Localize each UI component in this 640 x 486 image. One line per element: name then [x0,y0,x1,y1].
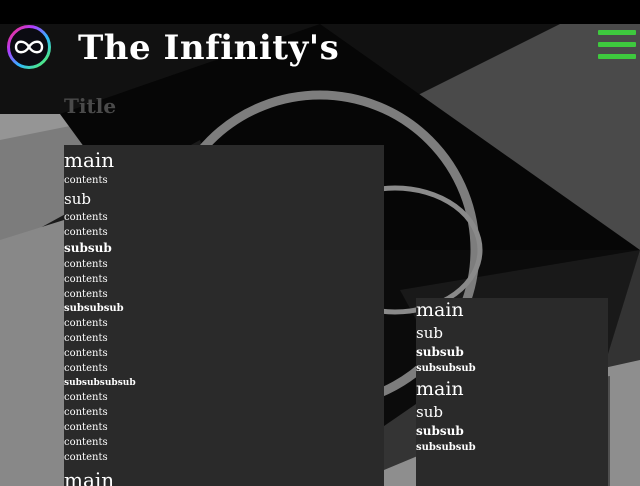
side-heading-subsub: subsub [416,424,464,438]
content-text: contents [64,289,108,300]
side-heading-sub: sub [416,403,443,421]
hamburger-menu-icon[interactable] [598,30,636,64]
content-text: contents [64,227,108,238]
side-heading-sub: sub [416,324,443,342]
side-heading-subsubsub: subsubsub [416,363,476,374]
site-title[interactable]: The Infinity's [78,28,339,68]
content-text: contents [64,452,108,463]
side-panel: main sub subsub subsubsub main sub subsu… [416,298,608,486]
top-strip [0,0,640,24]
side-heading-main: main [416,299,464,321]
heading-main: main [64,468,115,486]
content-text: contents [64,407,108,418]
content-text: contents [64,348,108,359]
content-text: contents [64,259,108,270]
heading-subsub: subsub [64,241,112,255]
heading-sub: sub [64,190,91,208]
content-text: contents [64,318,108,329]
content-text: contents [64,274,108,285]
heading-subsubsubsub: subsubsubsub [64,378,136,388]
page-title: Title [64,94,117,118]
heading-subsubsub: subsubsub [64,303,124,314]
side-heading-subsub: subsub [416,345,464,359]
content-text: contents [64,212,108,223]
menu-bar-bottom [598,54,636,59]
content-text: contents [64,437,108,448]
content-text: contents [64,422,108,433]
content-text: contents [64,175,108,186]
side-heading-subsubsub: subsubsub [416,442,476,453]
side-heading-main: main [416,378,464,400]
menu-bar-middle [598,42,636,47]
content-text: contents [64,363,108,374]
infinity-logo-icon[interactable] [6,24,52,70]
content-text: contents [64,392,108,403]
content-text: contents [64,333,108,344]
main-content-panel: main contents sub contents contents subs… [64,145,384,486]
menu-bar-top [598,30,636,35]
heading-main: main [64,148,115,172]
